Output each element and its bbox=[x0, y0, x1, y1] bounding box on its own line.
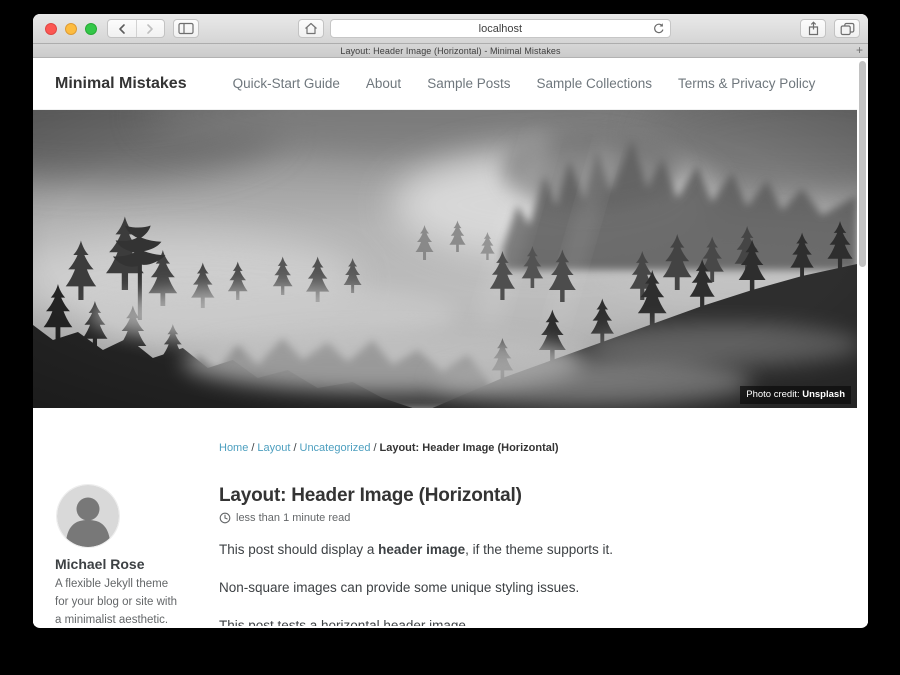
photo-credit-text: Photo credit: bbox=[746, 389, 802, 400]
header-image: Photo credit: Unsplash bbox=[33, 110, 857, 408]
photo-credit: Photo credit: Unsplash bbox=[740, 386, 851, 404]
breadcrumb-link-layout[interactable]: Layout bbox=[257, 442, 290, 454]
minimize-window-button[interactable] bbox=[65, 23, 77, 35]
nav-link-quick-start-guide[interactable]: Quick-Start Guide bbox=[233, 76, 340, 91]
article: Layout: Header Image (Horizontal) less t… bbox=[219, 485, 829, 626]
site-nav: Quick-Start Guide About Sample Posts Sam… bbox=[233, 76, 816, 91]
paragraph: Non-square images can provide some uniqu… bbox=[219, 579, 829, 598]
forward-button[interactable] bbox=[136, 20, 165, 37]
page-title: Layout: Header Image (Horizontal) bbox=[219, 485, 829, 507]
paragraph-text: , if the theme supports it. bbox=[465, 542, 613, 557]
history-nav-group bbox=[107, 19, 165, 38]
new-tab-button[interactable]: + bbox=[856, 43, 863, 57]
avatar-silhouette-icon bbox=[57, 485, 119, 547]
clock-icon bbox=[219, 512, 231, 524]
tab-overview-button[interactable] bbox=[834, 19, 860, 38]
site-masthead: Minimal Mistakes Quick-Start Guide About… bbox=[33, 58, 857, 110]
sidebar-icon bbox=[178, 22, 194, 35]
page-body: Home/Layout/Uncategorized/Layout: Header… bbox=[33, 408, 857, 626]
traffic-lights bbox=[45, 23, 97, 35]
scrollbar-track[interactable] bbox=[857, 58, 868, 626]
browser-toolbar: localhost bbox=[33, 14, 868, 44]
photo-credit-link[interactable]: Unsplash bbox=[802, 389, 845, 400]
tab-title[interactable]: Layout: Header Image (Horizontal) - Mini… bbox=[340, 46, 560, 56]
content-columns: Michael Rose A flexible Jekyll theme for… bbox=[55, 485, 857, 626]
breadcrumb-current: Layout: Header Image (Horizontal) bbox=[380, 442, 559, 454]
paragraph: This post should display a header image,… bbox=[219, 541, 829, 560]
breadcrumb-link-uncategorized[interactable]: Uncategorized bbox=[300, 442, 371, 454]
zoom-window-button[interactable] bbox=[85, 23, 97, 35]
scrollbar-thumb[interactable] bbox=[859, 61, 866, 267]
address-bar[interactable]: localhost bbox=[330, 19, 671, 38]
breadcrumb: Home/Layout/Uncategorized/Layout: Header… bbox=[219, 442, 857, 454]
author-bio: A flexible Jekyll theme for your blog or… bbox=[55, 576, 197, 626]
read-time: less than 1 minute read bbox=[236, 512, 350, 524]
site-logo-link[interactable]: Minimal Mistakes bbox=[55, 75, 187, 93]
post-meta: less than 1 minute read bbox=[219, 512, 829, 524]
paragraph: This post tests a horizontal header imag… bbox=[219, 617, 829, 626]
reload-icon bbox=[652, 22, 665, 35]
home-icon bbox=[304, 22, 318, 35]
nav-link-sample-posts[interactable]: Sample Posts bbox=[427, 76, 510, 91]
breadcrumb-link-home[interactable]: Home bbox=[219, 442, 248, 454]
tab-bar: Layout: Header Image (Horizontal) - Mini… bbox=[33, 44, 868, 58]
breadcrumb-separator: / bbox=[373, 442, 376, 454]
back-button[interactable] bbox=[108, 20, 136, 37]
chevron-right-icon bbox=[145, 23, 155, 35]
safari-window: localhost Layout: Header Image (Horizont… bbox=[33, 14, 868, 628]
web-page: Minimal Mistakes Quick-Start Guide About… bbox=[33, 58, 857, 626]
paragraph-bold-text: header image bbox=[378, 542, 465, 557]
nav-link-terms-privacy[interactable]: Terms & Privacy Policy bbox=[678, 76, 815, 91]
address-bar-url: localhost bbox=[479, 23, 522, 35]
close-window-button[interactable] bbox=[45, 23, 57, 35]
nav-link-sample-collections[interactable]: Sample Collections bbox=[536, 76, 652, 91]
breadcrumb-separator: / bbox=[293, 442, 296, 454]
reload-button[interactable] bbox=[652, 22, 665, 38]
foggy-forest-illustration bbox=[33, 110, 857, 408]
share-button[interactable] bbox=[800, 19, 826, 38]
avatar bbox=[57, 485, 119, 547]
share-icon bbox=[807, 21, 820, 36]
author-sidebar: Michael Rose A flexible Jekyll theme for… bbox=[55, 485, 197, 626]
page-viewport: Minimal Mistakes Quick-Start Guide About… bbox=[33, 58, 868, 626]
nav-link-about[interactable]: About bbox=[366, 76, 401, 91]
tabs-icon bbox=[840, 22, 855, 36]
sidebar-toggle-button[interactable] bbox=[173, 19, 199, 38]
breadcrumb-separator: / bbox=[251, 442, 254, 454]
chevron-left-icon bbox=[117, 23, 127, 35]
paragraph-text: This post should display a bbox=[219, 542, 378, 557]
author-name: Michael Rose bbox=[55, 556, 197, 572]
home-button[interactable] bbox=[298, 19, 324, 38]
